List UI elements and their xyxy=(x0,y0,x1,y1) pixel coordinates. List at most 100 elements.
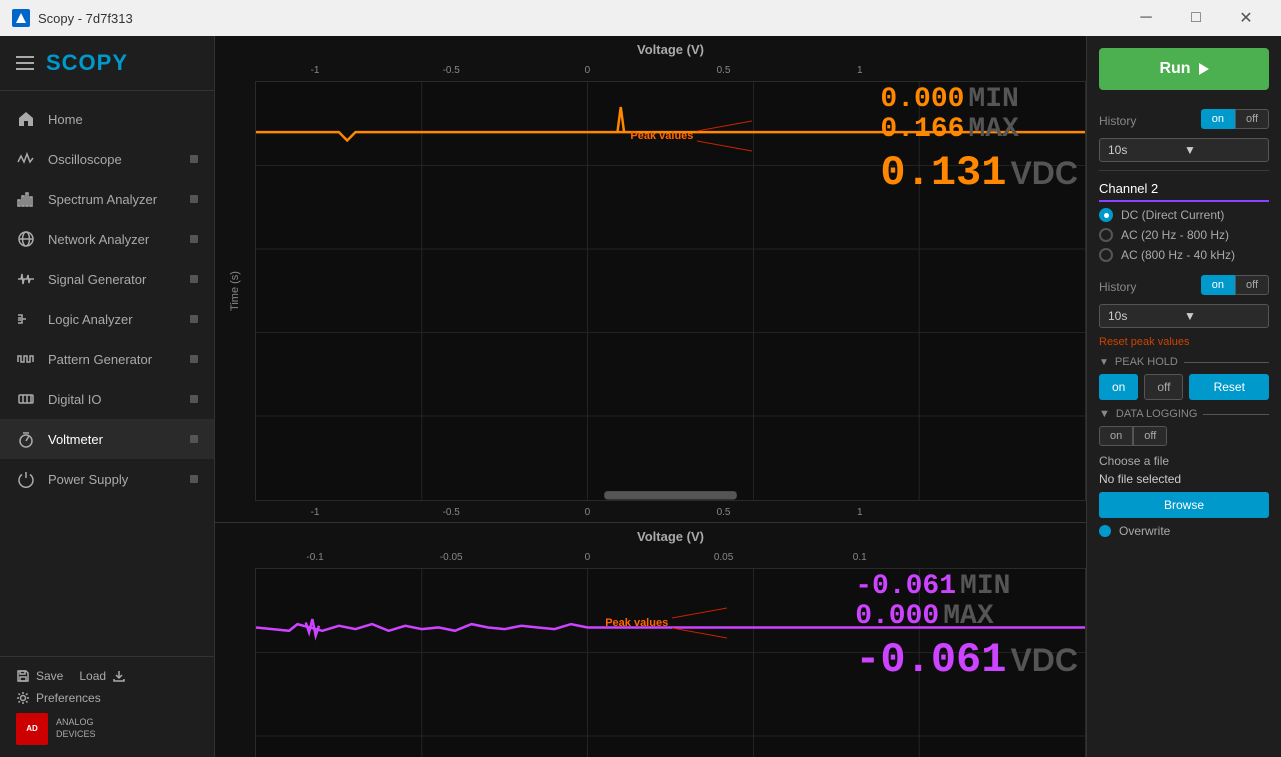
svg-text:0: 0 xyxy=(585,65,591,76)
peak-on-btn[interactable]: on xyxy=(1099,374,1138,400)
sidebar-footer: Save Load Preferences AD ANALOG DEVICES xyxy=(0,656,214,757)
log-off-btn[interactable]: off xyxy=(1133,426,1167,446)
spectrum-icon xyxy=(16,189,36,209)
nav-indicator xyxy=(190,315,198,323)
sidebar-item-label: Signal Generator xyxy=(48,272,178,287)
history1-dropdown[interactable]: 10s ▼ xyxy=(1099,138,1269,162)
dc-radio-circle xyxy=(1099,208,1113,222)
load-button[interactable]: Load xyxy=(79,669,126,683)
chart1-x-ticks-bottom: -1 -0.5 0 0.5 1 xyxy=(275,501,1076,522)
maximize-button[interactable]: □ xyxy=(1173,0,1219,36)
app-body: SCOPY Home Oscilloscope Spectru xyxy=(0,36,1281,757)
history2-on-btn[interactable]: on xyxy=(1201,275,1235,295)
history2-toggle[interactable]: on off xyxy=(1201,275,1269,295)
sidebar: SCOPY Home Oscilloscope Spectru xyxy=(0,36,215,757)
chart2-readings: Peak values -0.061 MIN 0.000 xyxy=(855,573,1078,681)
sidebar-item-label: Power Supply xyxy=(48,472,178,487)
oscilloscope-icon xyxy=(16,149,36,169)
history2-dropdown[interactable]: 10s ▼ xyxy=(1099,304,1269,328)
history1-on-btn[interactable]: on xyxy=(1201,109,1235,129)
sidebar-item-pattern[interactable]: Pattern Generator xyxy=(0,339,214,379)
main-content: Voltage (V) -1 -0.5 0 0.5 1 Time (s) xyxy=(215,36,1281,757)
chart2-title: Voltage (V) xyxy=(215,523,1086,546)
svg-text:1: 1 xyxy=(857,507,863,518)
chart1-readings: Peak values 0.000 MIN 0.166 xyxy=(880,86,1078,194)
right-panel: Run History on off 10s ▼ Channel 2 xyxy=(1086,36,1281,757)
sidebar-item-label: Pattern Generator xyxy=(48,352,178,367)
chart1-panel: Voltage (V) -1 -0.5 0 0.5 1 Time (s) xyxy=(215,36,1086,523)
ac1-radio[interactable]: AC (20 Hz - 800 Hz) xyxy=(1099,228,1269,242)
svg-text:-0.5: -0.5 xyxy=(443,507,461,518)
sidebar-item-label: Logic Analyzer xyxy=(48,312,178,327)
chart2-body: Time (s) xyxy=(215,568,1086,757)
sidebar-item-oscilloscope[interactable]: Oscilloscope xyxy=(0,139,214,179)
reset-peak-link[interactable]: Reset peak values xyxy=(1099,336,1269,348)
nav-indicator xyxy=(190,395,198,403)
overwrite-row: Overwrite xyxy=(1099,524,1269,538)
nav-indicator xyxy=(190,355,198,363)
log-on-btn[interactable]: on xyxy=(1099,426,1133,446)
save-button[interactable]: Save xyxy=(16,669,63,683)
peak-hold-btns: on off Reset xyxy=(1099,374,1269,400)
ac2-radio-circle xyxy=(1099,248,1113,262)
sidebar-item-logic[interactable]: Logic Analyzer xyxy=(0,299,214,339)
channel2-header: Channel 2 xyxy=(1099,181,1269,202)
run-button[interactable]: Run xyxy=(1099,48,1269,90)
sidebar-item-digital[interactable]: Digital IO xyxy=(0,379,214,419)
chart1-title: Voltage (V) xyxy=(215,36,1086,59)
window-title: Scopy - 7d7f313 xyxy=(38,11,133,26)
nav-indicator xyxy=(190,435,198,443)
signal-icon xyxy=(16,269,36,289)
browse-button[interactable]: Browse xyxy=(1099,492,1269,518)
sidebar-item-voltmeter[interactable]: Voltmeter xyxy=(0,419,214,459)
close-button[interactable]: ✕ xyxy=(1223,0,1269,36)
play-icon xyxy=(1199,63,1209,75)
chart1-body: Time (s) xyxy=(215,81,1086,501)
preferences-button[interactable]: Preferences xyxy=(16,691,198,705)
sidebar-item-power[interactable]: Power Supply xyxy=(0,459,214,499)
peak-reset-btn[interactable]: Reset xyxy=(1189,374,1269,400)
svg-text:0: 0 xyxy=(585,552,591,563)
dc-radio[interactable]: DC (Direct Current) xyxy=(1099,208,1269,222)
nav-indicator xyxy=(190,475,198,483)
overwrite-dot xyxy=(1099,525,1111,537)
menu-icon[interactable] xyxy=(16,56,34,70)
pattern-icon xyxy=(16,349,36,369)
nav-indicator xyxy=(190,195,198,203)
voltmeter-icon xyxy=(16,429,36,449)
svg-text:-0.05: -0.05 xyxy=(440,552,463,563)
history2-row: History on off xyxy=(1099,270,1269,300)
history1-toggle[interactable]: on off xyxy=(1201,109,1269,129)
sidebar-item-signal[interactable]: Signal Generator xyxy=(0,259,214,299)
sidebar-item-label: Home xyxy=(48,112,198,127)
history1-off-btn[interactable]: off xyxy=(1235,109,1269,129)
svg-text:0.5: 0.5 xyxy=(717,507,731,518)
sidebar-item-label: Voltmeter xyxy=(48,432,178,447)
home-icon xyxy=(16,109,36,129)
chart1-x-ticks: -1 -0.5 0 0.5 1 xyxy=(275,59,1076,81)
sidebar-item-label: Oscilloscope xyxy=(48,152,178,167)
charts-area: Voltage (V) -1 -0.5 0 0.5 1 Time (s) xyxy=(215,36,1086,757)
digital-icon xyxy=(16,389,36,409)
window-controls: ─ □ ✕ xyxy=(1123,0,1269,36)
sidebar-item-home[interactable]: Home xyxy=(0,99,214,139)
logic-icon xyxy=(16,309,36,329)
peak-off-btn[interactable]: off xyxy=(1144,374,1183,400)
titlebar: Scopy - 7d7f313 ─ □ ✕ xyxy=(0,0,1281,36)
sidebar-item-network[interactable]: Network Analyzer xyxy=(0,219,214,259)
svg-text:0.05: 0.05 xyxy=(714,552,734,563)
power-icon xyxy=(16,469,36,489)
sidebar-item-spectrum[interactable]: Spectrum Analyzer xyxy=(0,179,214,219)
footer-actions: Save Load xyxy=(16,669,198,683)
data-log-toggle[interactable]: on off xyxy=(1099,426,1269,446)
history1-row: History on off xyxy=(1099,104,1269,134)
nav-indicator xyxy=(190,235,198,243)
ac2-radio[interactable]: AC (800 Hz - 40 kHz) xyxy=(1099,248,1269,262)
scopy-logo: SCOPY xyxy=(46,50,128,76)
peak-hold-section: ▼ PEAK HOLD xyxy=(1099,356,1269,368)
channel2-mode-group: DC (Direct Current) AC (20 Hz - 800 Hz) … xyxy=(1099,208,1269,262)
history2-off-btn[interactable]: off xyxy=(1235,275,1269,295)
chart2-x-ticks: -0.1 -0.05 0 0.05 0.1 xyxy=(275,546,1076,568)
chart2-panel: Voltage (V) -0.1 -0.05 0 0.05 0.1 Time (… xyxy=(215,523,1086,757)
minimize-button[interactable]: ─ xyxy=(1123,0,1169,36)
